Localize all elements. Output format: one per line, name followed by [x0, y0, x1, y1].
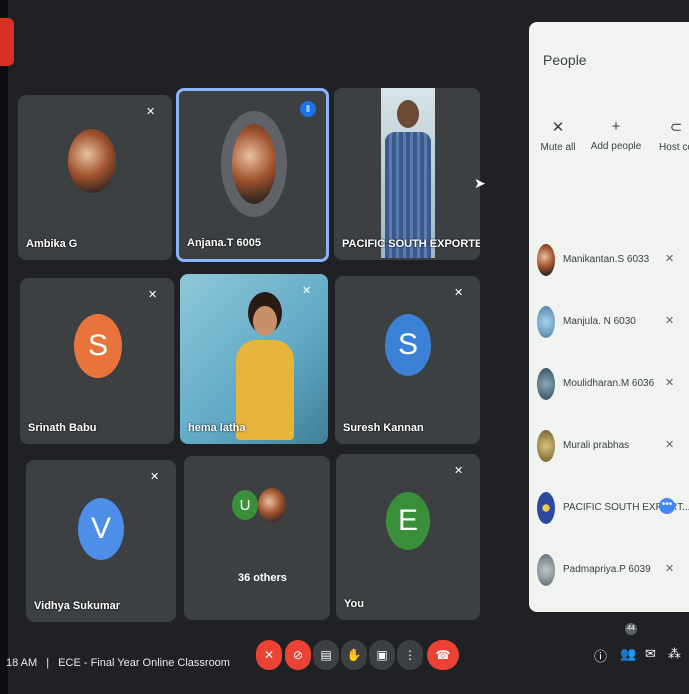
mouse-cursor-icon: ➤: [474, 175, 486, 191]
hang-up-icon: ☎: [435, 648, 451, 662]
participant-tile[interactable]: S ✕ Srinath Babu: [20, 278, 174, 444]
mic-off-icon: ✕: [665, 253, 675, 265]
leave-call-button[interactable]: ☎: [427, 640, 459, 670]
info-icon[interactable]: ⓘ: [594, 646, 607, 665]
participant-name: Moulidharan.M 6036: [563, 378, 655, 389]
avatar: [68, 129, 116, 193]
participant-name: PACIFIC SOUTH EXPORTERS: [342, 238, 480, 250]
participant-tile-speaking[interactable]: ⦀ Anjana.T 6005: [176, 88, 329, 262]
mic-off-icon: ✕: [148, 289, 158, 301]
chat-icon[interactable]: ✉: [645, 646, 656, 662]
participant-row[interactable]: Manikantan.S 6033 ✕: [529, 234, 689, 286]
mic-off-icon: ✕: [263, 648, 275, 662]
captions-icon: ▤: [320, 648, 332, 662]
avatar: U: [232, 490, 258, 520]
participant-tile[interactable]: S ✕ Suresh Kannan: [335, 276, 480, 444]
mic-off-icon: ✕: [665, 377, 675, 389]
avatar: S: [385, 314, 431, 376]
more-options-icon[interactable]: •••: [659, 498, 675, 514]
participant-name: Murali prabhas: [563, 440, 630, 451]
more-vert-icon: ⋮: [404, 648, 416, 662]
speaking-icon: ⦀: [300, 101, 316, 117]
participant-tile[interactable]: PACIFIC SOUTH EXPORTERS: [334, 88, 480, 260]
people-count-badge: 44: [625, 623, 637, 635]
participant-name: Srinath Babu: [28, 422, 97, 434]
mic-off-icon: ✕: [454, 287, 464, 299]
participant-tile[interactable]: V ✕ Vidhya Sukumar: [26, 460, 176, 622]
raise-hand-button[interactable]: ✋: [341, 640, 367, 670]
hand-icon: ✋: [346, 648, 362, 662]
mic-off-icon: ✕: [665, 315, 675, 327]
participant-name: Padmapriya.P 6039: [563, 564, 651, 575]
avatar: [221, 111, 287, 217]
microphone-button[interactable]: ✕: [256, 640, 282, 670]
activities-icon[interactable]: ⁂: [668, 646, 681, 662]
host-controls-button[interactable]: ⊂Host co: [641, 118, 689, 153]
mic-off-icon: ✕: [302, 285, 312, 297]
participant-name: Manikantan.S 6033: [563, 254, 650, 265]
meeting-title: ECE - Final Year Online Classroom: [58, 657, 230, 669]
participant-name: Vidhya Sukumar: [34, 600, 120, 612]
meeting-window: ✕ Ambika G ⦀ Anjana.T 6005 PACIFIC SOUTH…: [0, 0, 689, 694]
avatar: E: [386, 492, 430, 550]
participant-row[interactable]: Murali prabhas ✕: [529, 420, 689, 472]
people-panel: People ✕Mute all +Add people ⊂Host co Ma…: [529, 22, 689, 612]
meeting-time: 18 AM: [6, 657, 38, 669]
mic-off-icon: ✕: [454, 465, 464, 477]
participant-video: [381, 88, 435, 258]
avatar: [537, 492, 555, 524]
meeting-info: 18 AM | ECE - Final Year Online Classroo…: [6, 657, 230, 669]
avatar: S: [74, 314, 122, 378]
participant-name: You: [344, 598, 364, 610]
others-tile[interactable]: U 36 others: [184, 456, 330, 620]
mic-off-icon: ✕: [150, 471, 160, 483]
avatar: V: [78, 498, 124, 560]
panel-title: People: [543, 52, 587, 68]
self-tile[interactable]: E ✕ You: [336, 454, 480, 620]
host-controls-icon: ⊂: [669, 119, 683, 136]
mic-off-icon: ✕: [665, 563, 675, 575]
participant-name: Suresh Kannan: [343, 422, 424, 434]
present-icon: ▣: [376, 648, 388, 662]
participant-row[interactable]: Padmapriya.P 6039 ✕: [529, 544, 689, 596]
window-edge: [0, 0, 8, 694]
participant-row[interactable]: Moulidharan.M 6036 ✕: [529, 358, 689, 410]
participant-tile[interactable]: ✕ Ambika G: [18, 95, 172, 260]
separator: |: [46, 657, 50, 669]
recording-indicator[interactable]: [0, 18, 14, 66]
camera-off-icon: ⊘: [292, 648, 304, 662]
avatar: [258, 488, 286, 522]
present-button[interactable]: ▣: [369, 640, 395, 670]
people-icon[interactable]: 👥: [620, 646, 636, 662]
others-count: 36 others: [238, 572, 287, 584]
more-options-button[interactable]: ⋮: [397, 640, 423, 670]
avatar: [537, 554, 555, 586]
captions-button[interactable]: ▤: [313, 640, 339, 670]
person-figure: [236, 292, 294, 442]
participant-name: Manjula. N 6030: [563, 316, 636, 327]
avatar: [537, 306, 555, 338]
participant-name: Ambika G: [26, 238, 78, 250]
mic-off-icon: ✕: [665, 439, 675, 451]
participant-row[interactable]: Manjula. N 6030 ✕: [529, 296, 689, 348]
participant-tile[interactable]: ✕ hema latha: [180, 274, 328, 444]
participant-name: Anjana.T 6005: [187, 237, 261, 249]
participant-name: hema latha: [188, 422, 246, 434]
mic-off-icon: ✕: [146, 106, 156, 118]
participant-row[interactable]: PACIFIC SOUTH EXPORT... •••: [529, 482, 689, 534]
avatar: [537, 244, 555, 276]
avatar: [537, 368, 555, 400]
avatar: [537, 430, 555, 462]
camera-button[interactable]: ⊘: [285, 640, 311, 670]
